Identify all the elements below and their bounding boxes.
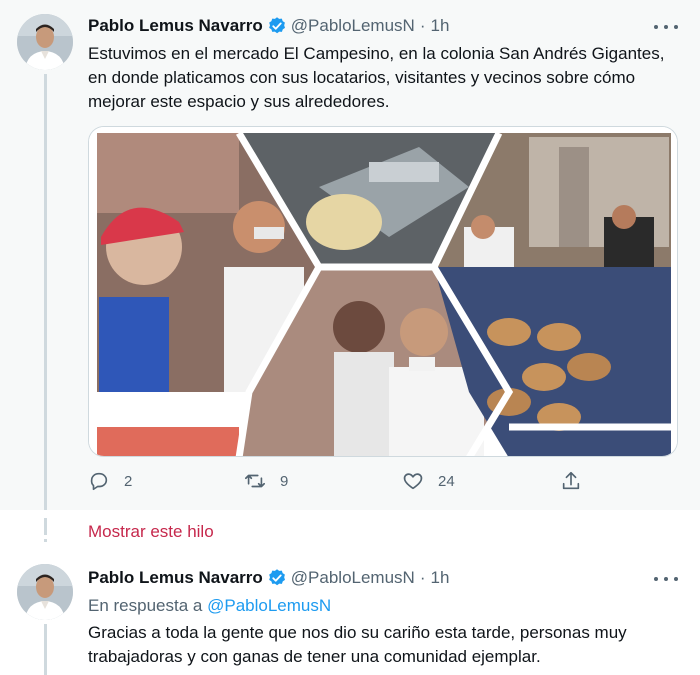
tweet-text-line: Estuvimos en el mercado El Campesino, en…	[88, 44, 665, 63]
tweet-text-line: Gracias a toda la gente que nos dio su c…	[88, 623, 627, 642]
thread-connector-line	[44, 520, 47, 534]
share-icon	[562, 471, 580, 490]
avatar-image	[17, 14, 73, 70]
retweet-count: 9	[280, 472, 289, 490]
tweet-text: Gracias a toda la gente que nos dio su c…	[88, 621, 668, 669]
reply-button[interactable]: 2	[88, 470, 132, 492]
reply-prefix: En respuesta a	[88, 596, 203, 615]
like-count: 24	[438, 472, 455, 490]
photo-collage[interactable]	[88, 126, 678, 457]
author-handle[interactable]: @PabloLemusN	[291, 568, 415, 588]
tweet-text-line: trabajadoras y con ganas de tener una co…	[88, 647, 541, 666]
photo-collage-image	[89, 127, 677, 456]
verified-badge-icon	[267, 16, 287, 36]
tweet-text-line: mejorar este espacio y sus alrededores.	[88, 92, 390, 111]
retweet-icon	[245, 474, 265, 488]
avatar-image	[17, 564, 73, 620]
thread-connector-line	[44, 74, 47, 510]
reply-count: 2	[124, 472, 133, 490]
author-avatar[interactable]	[17, 14, 73, 70]
separator-dot: ·	[419, 16, 426, 35]
reply-icon	[90, 472, 108, 491]
reply-context: En respuesta a @PabloLemusN	[88, 596, 331, 616]
like-button[interactable]: 24	[402, 470, 455, 492]
more-options-icon[interactable]	[654, 570, 678, 588]
separator-dot: ·	[419, 568, 426, 587]
tweet-actions: 2 9 24	[88, 470, 588, 500]
author-name[interactable]: Pablo Lemus Navarro	[88, 16, 263, 36]
tweet-text-line: en donde platicamos con sus locatarios, …	[88, 68, 636, 87]
tweet-header: Pablo Lemus Navarro @PabloLemusN · 1h	[88, 568, 449, 588]
tweet-timestamp[interactable]: 1h	[431, 568, 450, 588]
tweet-timestamp[interactable]: 1h	[431, 16, 450, 36]
heart-icon	[403, 473, 423, 490]
tweet-text: Estuvimos en el mercado El Campesino, en…	[88, 42, 668, 114]
verified-badge-icon	[267, 568, 287, 588]
reply-mention-link[interactable]: @PabloLemusN	[207, 596, 331, 615]
author-handle[interactable]: @PabloLemusN	[291, 16, 415, 36]
share-button[interactable]	[560, 470, 582, 492]
author-name[interactable]: Pablo Lemus Navarro	[88, 568, 263, 588]
tweet-header: Pablo Lemus Navarro @PabloLemusN · 1h	[88, 16, 449, 36]
more-options-icon[interactable]	[654, 18, 678, 36]
show-thread-link[interactable]: Mostrar este hilo	[88, 522, 214, 542]
author-avatar[interactable]	[17, 564, 73, 620]
thread-connector-line	[44, 624, 47, 675]
retweet-button[interactable]: 9	[244, 470, 288, 492]
tweet-main[interactable]: Pablo Lemus Navarro @PabloLemusN · 1h Es…	[0, 0, 700, 510]
tweet-reply[interactable]: Pablo Lemus Navarro @PabloLemusN · 1h En…	[0, 520, 700, 675]
